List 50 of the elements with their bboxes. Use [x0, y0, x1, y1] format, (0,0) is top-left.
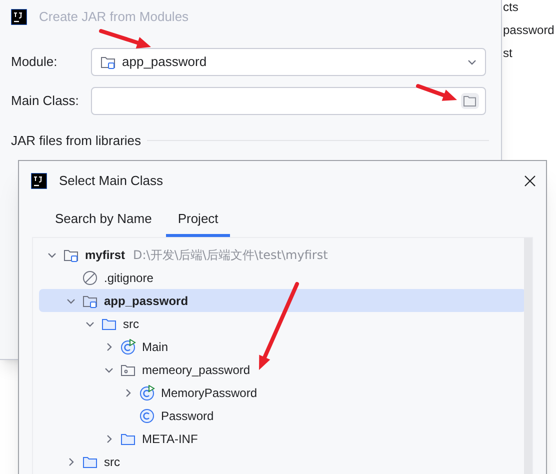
tree-label: Main [142, 338, 168, 356]
tree-row[interactable]: .gitignore [39, 266, 526, 289]
tree-label: src [123, 316, 139, 332]
runnable-class-icon [139, 384, 155, 400]
dialog-title: Create JAR from Modules [39, 8, 189, 26]
close-icon[interactable] [524, 175, 536, 187]
tree-label: app_password [104, 292, 188, 310]
field-label: Main Class: [11, 92, 80, 110]
scrollbar[interactable] [524, 238, 532, 474]
tree-label: src [104, 454, 120, 470]
chevron-right-icon[interactable] [66, 456, 76, 466]
tree-row[interactable]: MemoryPassword [39, 381, 526, 404]
tree-label: memeory_password [142, 362, 250, 378]
browse-button[interactable] [461, 93, 479, 109]
background-text: password [503, 23, 556, 37]
tree-label: myfirst [85, 246, 126, 264]
tree-row[interactable]: myfirst D:\开发\后端\后端文件\test\myfirst [39, 243, 526, 266]
chevron-right-icon[interactable] [123, 388, 133, 398]
runnable-class-icon [120, 338, 136, 354]
tree-row[interactable]: META-INF [39, 427, 526, 450]
background-text: cts [503, 0, 520, 14]
tree-row[interactable]: src [39, 450, 526, 473]
ignored-file-icon [82, 270, 98, 286]
folder-icon [463, 95, 477, 107]
dialog-title: Select Main Class [59, 172, 164, 190]
app-logo-icon [11, 9, 27, 25]
chevron-down-icon [467, 57, 477, 67]
tree-label: Password [161, 408, 214, 424]
tree-row[interactable]: app_password [39, 289, 526, 312]
main-class-field[interactable] [91, 87, 486, 115]
tree-label: META-INF [142, 430, 198, 448]
module-path: D:\开发\后端\后端文件\test\myfirst [133, 246, 328, 264]
field-label: Module: [11, 53, 58, 72]
section-heading: JAR files from libraries [11, 132, 142, 150]
tab[interactable]: Search by Name [43, 203, 164, 237]
class-icon [139, 408, 155, 424]
background-text: st [503, 46, 514, 60]
annotation-arrow [99, 29, 151, 48]
chevron-right-icon[interactable] [104, 342, 114, 352]
module-folder-icon [100, 54, 116, 70]
tree-label: .gitignore [104, 270, 154, 286]
tree-row[interactable]: Main [39, 335, 526, 358]
tree-row[interactable]: memeory_password [39, 358, 526, 381]
annotation-arrow [416, 84, 457, 101]
tree-label: MemoryPassword [161, 384, 258, 402]
app-logo-icon [31, 173, 47, 189]
tree-row[interactable]: src [39, 312, 526, 335]
tree-row[interactable]: Password [39, 404, 526, 427]
module-dropdown[interactable]: app_password [91, 48, 486, 76]
chevron-right-icon[interactable] [104, 434, 114, 444]
